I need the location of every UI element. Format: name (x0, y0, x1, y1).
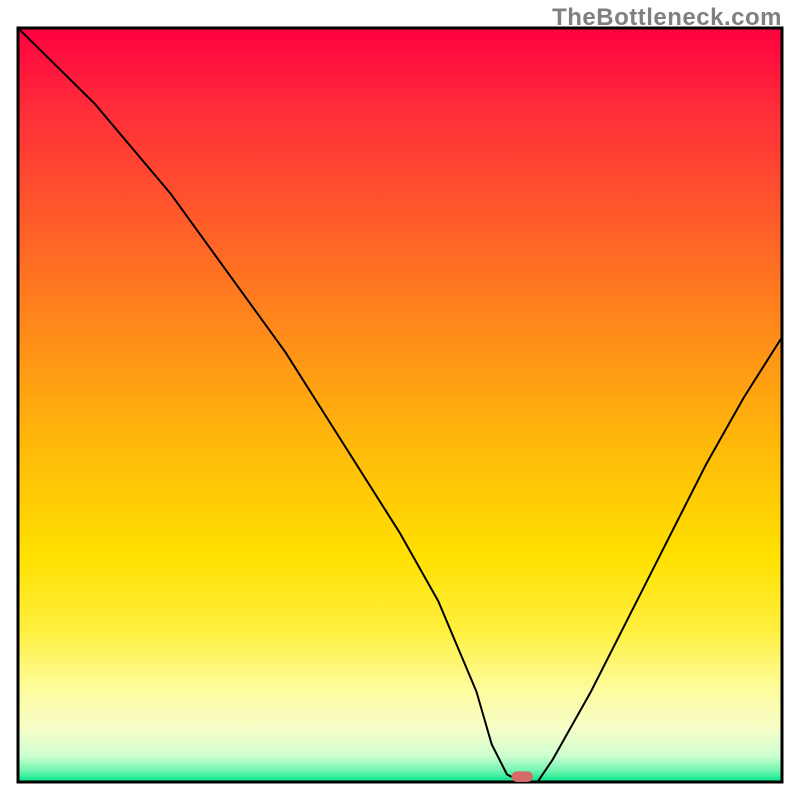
bottleneck-chart (0, 0, 800, 800)
plot-background (18, 28, 782, 782)
chart-container: TheBottleneck.com (0, 0, 800, 800)
optimum-marker (512, 771, 533, 782)
watermark-text: TheBottleneck.com (552, 4, 782, 32)
